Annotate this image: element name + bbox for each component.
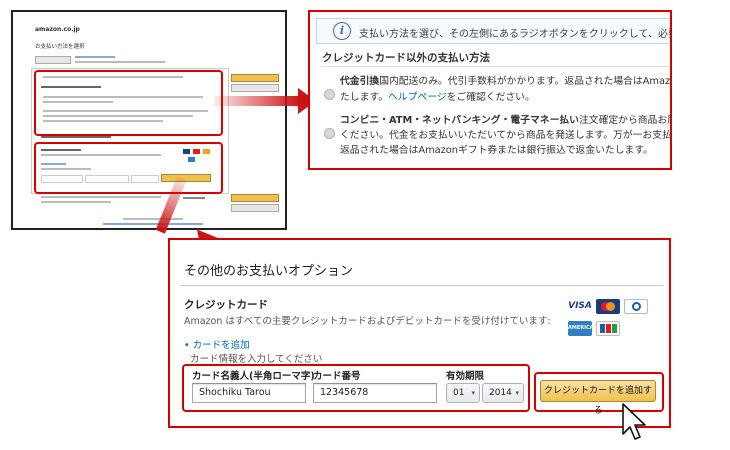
thumb-text [41,196,161,198]
expiry-label: 有効期限 [446,371,485,382]
diners-club-icon [624,299,648,314]
zoom-panel-credit-card: その他のお支払いオプション クレジットカード Amazon はすべての主要クレジ… [168,238,671,428]
option-cod-line1: 代金引換国内配送のみ。代引手数料がかかります。返品された場合はAmazonギフト [340,76,671,87]
thumb-card-icon [193,149,200,154]
help-page-link[interactable]: ヘルプページ [388,92,447,103]
thumb-link [75,56,115,58]
thumb-text [43,110,208,112]
amazon-logo: amazon.co.jp [35,26,80,33]
thumb-input [85,175,129,183]
thumb-text [41,201,111,203]
thumb-footer-links [103,223,203,225]
payment-options-title: その他のお支払いオプション [184,264,354,279]
visa-icon: VISA [568,301,592,311]
thumb-input [41,175,83,183]
card-number-label: カード番号 [313,371,361,382]
thumb-card-icon [183,149,190,154]
chevron-down-icon: ▾ [471,389,475,397]
credit-card-title: クレジットカード [184,299,268,311]
section-title: クレジットカード以外の支払い方法 [322,52,490,64]
card-number-input[interactable]: 12345678 [313,383,437,403]
thumb-text [43,96,203,98]
zoom-panel-other-methods: i 支払い方法を選び、その左側にあるラジオボタンをクリックして、必要な情 クレジ… [308,10,672,170]
expiry-year-select[interactable]: 2014 ▾ [482,383,524,403]
mastercard-icon [596,299,620,314]
info-icon: i [333,22,351,40]
thumb-text [43,120,163,122]
thumb-card-icon [188,157,195,162]
info-text: 支払い方法を選び、その左側にあるラジオボタンをクリックして、必要な情 [359,29,672,40]
radio-convenience[interactable] [324,128,335,139]
option-cod-line2: たします。ヘルプページをご確認ください。 [340,92,535,103]
radio-cod[interactable] [324,89,335,100]
thumb-text [41,136,111,138]
thumb-select [131,175,159,183]
thumb-card-icon [203,149,210,154]
thumb-continue-button [231,74,279,82]
option-convenience-name: コンビニ・ATM・ネットバンキング・電子マネー払い [340,115,579,126]
expiry-month-select[interactable]: 01 ▾ [446,383,480,403]
thumb-text [43,115,193,117]
thumb-text [41,168,91,170]
connector-arrow-right [214,96,300,106]
jcb-icon [596,321,620,336]
thumb-text [183,197,205,199]
thumb-text [43,76,183,78]
option-convenience-line2: ください。代金をお支払いいただいてから商品を発送します。万が一お支払い後に注文 [340,130,672,141]
divider [180,285,663,286]
cardholder-name-input[interactable]: Shochiku Tarou [192,383,306,403]
enter-card-info-text: カード情報を入力してください [190,354,323,365]
thumb-continue-button [231,194,279,202]
thumb-text [75,61,165,63]
thumb-highlight-other-methods [34,70,223,136]
thumb-text [41,149,81,151]
thumb-text [43,101,113,103]
thumb-button [35,56,71,64]
divider [322,66,670,67]
thumb-link [41,163,66,165]
thumb-button [231,204,279,212]
thumb-button [231,84,279,92]
cardholder-label: カード名義人(半角ローマ字) [192,371,315,382]
mouse-cursor-icon [622,403,646,440]
info-bar: i 支払い方法を選び、その左側にあるラジオボタンをクリックして、必要な情 [316,18,672,44]
option-convenience-line1: コンビニ・ATM・ネットバンキング・電子マネー払い注文確定から商品お届けまでの流 [340,115,670,126]
thumb-footer [123,218,183,220]
chevron-down-icon: ▾ [515,389,519,397]
amex-icon: AMERICAN EXPRESS [568,321,598,346]
thumbnail-heading: お支払い方法を選択 [35,44,85,50]
option-convenience-line3: 返品された場合はAmazonギフト券または銀行振込で返金いたします。 [340,145,653,156]
thumb-text [41,86,101,88]
add-card-link[interactable]: • カードを追加 [184,337,250,351]
credit-card-description: Amazon はすべての主要クレジットカードおよびデビットカードを受け付けていま… [184,316,551,327]
option-cod-name: 代金引換 [340,76,380,87]
add-credit-card-button[interactable]: クレジットカードを追加する [540,380,656,416]
thumb-text [41,154,161,156]
page-thumbnail: amazon.co.jp お支払い方法を選択 [11,10,287,230]
